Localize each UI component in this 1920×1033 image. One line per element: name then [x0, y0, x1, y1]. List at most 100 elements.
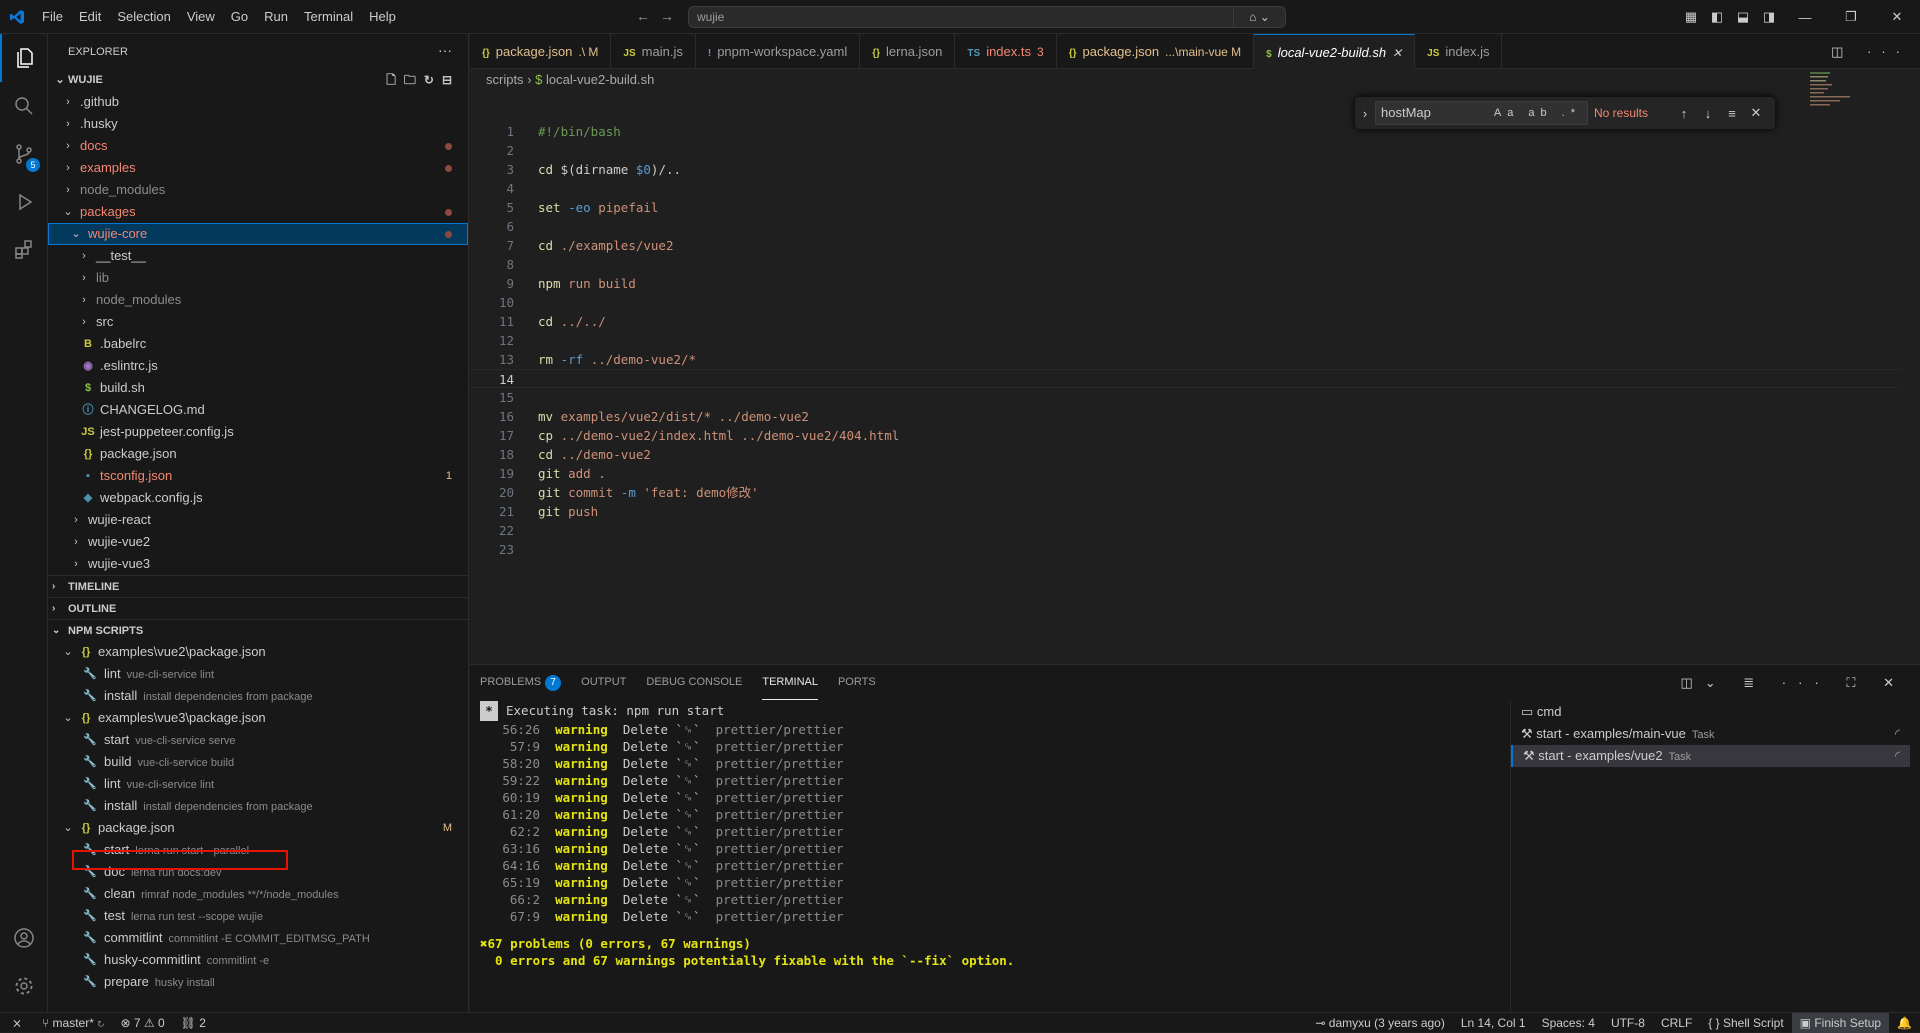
more-actions-icon[interactable]: ···: [438, 42, 452, 58]
menu-help[interactable]: Help: [361, 0, 404, 34]
panel-tab-terminal[interactable]: TERMINAL: [762, 665, 818, 700]
customize-layout-icon[interactable]: ▦: [1678, 9, 1704, 25]
git-blame[interactable]: ⊸ damyxu (3 years ago): [1307, 1013, 1452, 1033]
refresh-icon[interactable]: ↻: [424, 69, 434, 91]
file-item[interactable]: ◉ .eslintrc.js: [48, 355, 468, 377]
command-center-search[interactable]: wujie ⌂ ⌄: [688, 6, 1286, 28]
folder-item[interactable]: ⌄ packages: [48, 201, 468, 223]
menu-file[interactable]: File: [34, 0, 71, 34]
breadcrumb-file[interactable]: local-vue2-build.sh: [546, 72, 654, 87]
folder-item[interactable]: › .husky: [48, 113, 468, 135]
folder-item[interactable]: › src: [48, 311, 468, 333]
editor-tab[interactable]: {} lerna.json: [860, 34, 956, 69]
file-item[interactable]: ▪ tsconfig.json 1: [48, 465, 468, 487]
copilot-icon[interactable]: ⌂ ⌄: [1233, 7, 1285, 27]
next-match-icon[interactable]: ↓: [1696, 106, 1720, 121]
timeline-section[interactable]: › TIMELINE: [48, 575, 468, 597]
restore-icon[interactable]: ❐: [1828, 9, 1874, 25]
find-input[interactable]: hostMap Aa ab .*: [1375, 101, 1588, 125]
file-item[interactable]: ⓘ CHANGELOG.md: [48, 399, 468, 421]
settings-gear-icon[interactable]: [0, 962, 48, 1010]
toggle-panel-icon[interactable]: ⬓: [1730, 9, 1756, 25]
folder-item[interactable]: › wujie-react: [48, 509, 468, 531]
find-options-icons[interactable]: Aa ab .*: [1494, 102, 1581, 124]
npm-package[interactable]: ⌄ {} examples\vue3\package.json: [48, 707, 468, 729]
npm-package[interactable]: ⌄ {} examples\vue2\package.json: [48, 641, 468, 663]
editor-tab[interactable]: {} package.json .\ M: [470, 34, 612, 69]
terminal-list-item[interactable]: ▭ cmd: [1511, 701, 1910, 723]
file-item[interactable]: ◈ webpack.config.js: [48, 487, 468, 509]
remote-icon[interactable]: ⨯: [0, 1013, 34, 1033]
menu-run[interactable]: Run: [256, 0, 296, 34]
npm-scripts-section[interactable]: ⌄ NPM SCRIPTS: [48, 619, 468, 641]
npm-script[interactable]: 🔧 start vue-cli-service serve: [48, 729, 468, 751]
minimap[interactable]: [1810, 72, 1870, 112]
npm-script[interactable]: 🔧 install install dependencies from packag…: [48, 685, 468, 707]
panel-tab-debug-console[interactable]: DEBUG CONSOLE: [646, 665, 742, 700]
find-in-selection-icon[interactable]: ≡: [1720, 106, 1744, 121]
workspace-root[interactable]: ⌄ WUJIE 🗋 🗀 ↻ ⊟: [48, 69, 468, 91]
new-folder-icon[interactable]: 🗀: [404, 69, 416, 91]
terminal-list-item[interactable]: ⚒ start - examples/vue2 Task ◜: [1511, 745, 1910, 767]
npm-package[interactable]: ⌄ {} package.json M: [48, 817, 468, 839]
editor-tab[interactable]: JS main.js: [611, 34, 696, 69]
encoding[interactable]: UTF-8: [1603, 1013, 1653, 1033]
folder-item[interactable]: › lib: [48, 267, 468, 289]
ports-status[interactable]: ⛓ 2: [173, 1013, 214, 1033]
breadcrumb-folder[interactable]: scripts: [486, 72, 524, 87]
toggle-secondary-sidebar-icon[interactable]: ◨: [1756, 9, 1782, 25]
npm-script[interactable]: 🔧 test lerna run test --scope wujie: [48, 905, 468, 927]
folder-item[interactable]: › node_modules: [48, 289, 468, 311]
code-editor[interactable]: 1 #!/bin/bash 2 3 cd $(dirname $0)/.. 4 5 set -…: [470, 122, 1900, 559]
folder-item[interactable]: › docs: [48, 135, 468, 157]
finish-setup[interactable]: ▣ Finish Setup: [1791, 1013, 1890, 1033]
folder-item[interactable]: › wujie-vue3: [48, 553, 468, 575]
npm-script[interactable]: 🔧 lint vue-cli-service lint: [48, 773, 468, 795]
terminal-list-item[interactable]: ⚒ start - examples/main-vue Task ◜: [1511, 723, 1910, 745]
file-item[interactable]: {} package.json: [48, 443, 468, 465]
file-item[interactable]: $ build.sh: [48, 377, 468, 399]
language-mode[interactable]: { } Shell Script: [1700, 1013, 1791, 1033]
previous-match-icon[interactable]: ↑: [1672, 106, 1696, 121]
npm-script[interactable]: 🔧 husky-commitlint commitlint -e: [48, 949, 468, 971]
terminal-output[interactable]: * Executing task: npm run start 56:26 warn…: [480, 701, 1480, 969]
tab-status[interactable]: ✕: [1392, 46, 1402, 60]
panel-actions[interactable]: ◫⌄ ≣ ··· ⛶ ✕: [1681, 665, 1907, 700]
minimize-icon[interactable]: —: [1782, 10, 1828, 25]
npm-script[interactable]: 🔧 build vue-cli-service build: [48, 751, 468, 773]
panel-tab-problems[interactable]: PROBLEMS 7: [480, 665, 562, 700]
split-editor-icon[interactable]: ◫ ···: [1831, 34, 1910, 69]
problems-status[interactable]: ⊗ 7 ⚠ 0: [112, 1013, 172, 1033]
folder-item[interactable]: › examples: [48, 157, 468, 179]
toggle-sidebar-icon[interactable]: ◧: [1704, 9, 1730, 25]
explorer-icon[interactable]: [0, 34, 48, 82]
npm-script[interactable]: 🔧 commitlint commitlint -E COMMIT_EDITMSG_…: [48, 927, 468, 949]
new-file-icon[interactable]: 🗋: [386, 69, 396, 91]
toggle-replace-icon[interactable]: ›: [1355, 106, 1375, 121]
close-find-icon[interactable]: ✕: [1744, 105, 1768, 121]
folder-item[interactable]: › .github: [48, 91, 468, 113]
npm-script[interactable]: 🔧 clean rimraf node_modules **/*/node_modu…: [48, 883, 468, 905]
editor-tab[interactable]: $ local-vue2-build.sh ✕: [1254, 34, 1416, 69]
editor-tab[interactable]: ! pnpm-workspace.yaml: [696, 34, 861, 69]
outline-section[interactable]: › OUTLINE: [48, 597, 468, 619]
panel-tab-output[interactable]: OUTPUT: [581, 665, 626, 700]
collapse-all-icon[interactable]: ⊟: [442, 69, 452, 91]
folder-item[interactable]: › __test__: [48, 245, 468, 267]
folder-item[interactable]: › wujie-vue2: [48, 531, 468, 553]
run-debug-icon[interactable]: [0, 178, 48, 226]
npm-script[interactable]: 🔧 install install dependencies from packag…: [48, 795, 468, 817]
editor-tab[interactable]: {} package.json ...\main-vue M: [1057, 34, 1255, 69]
editor-tab[interactable]: JS index.js: [1415, 34, 1503, 69]
branch-status[interactable]: ⑂ master* ↻: [34, 1013, 112, 1033]
search-icon[interactable]: [0, 82, 48, 130]
panel-tab-ports[interactable]: PORTS: [838, 665, 876, 700]
file-item[interactable]: B .babelrc: [48, 333, 468, 355]
folder-item[interactable]: ⌄ wujie-core: [48, 223, 468, 245]
end-of-line[interactable]: CRLF: [1653, 1013, 1700, 1033]
source-control-icon[interactable]: 5: [0, 130, 48, 178]
extensions-icon[interactable]: [0, 226, 48, 274]
nav-arrows[interactable]: ←→: [636, 8, 684, 24]
menu-view[interactable]: View: [179, 0, 223, 34]
folder-item[interactable]: › node_modules: [48, 179, 468, 201]
